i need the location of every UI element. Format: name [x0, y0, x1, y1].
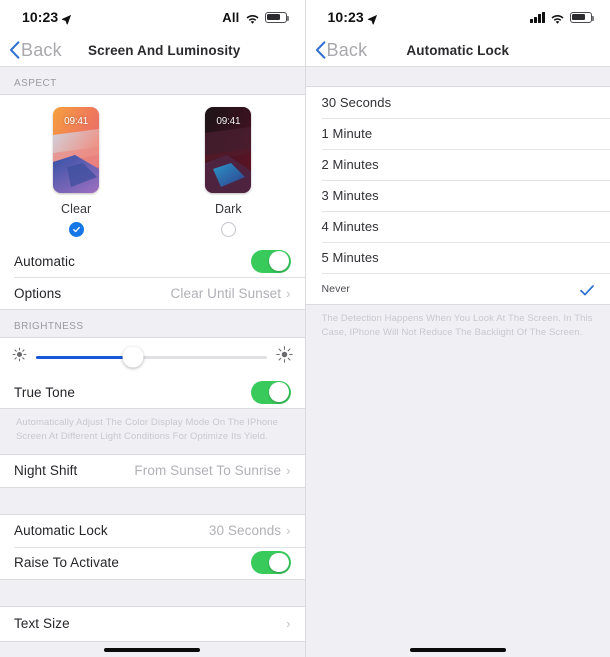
- brightness-slider-knob[interactable]: [122, 346, 144, 368]
- row-options[interactable]: Options Clear Until Sunset ›: [0, 277, 305, 309]
- row-night-shift[interactable]: Night Shift From Sunset To Sunrise ›: [0, 454, 305, 487]
- appearance-option-clear[interactable]: 09:41 Clear: [28, 107, 124, 237]
- location-arrow-icon: [61, 12, 72, 25]
- aspect-settings-group: Automatic Options Clear Until Sunset ›: [0, 245, 305, 310]
- screen-and-luminosity-screen: 10:23 All Back Screen And Luminosity ASP…: [0, 0, 306, 657]
- home-indicator: [104, 648, 201, 652]
- option-row-4-minutes[interactable]: 4 Minutes: [305, 211, 610, 242]
- radio-dark-unselected[interactable]: [220, 222, 236, 237]
- status-bar-right: All: [222, 9, 289, 25]
- options-value: Clear Until Sunset: [170, 285, 282, 301]
- automatic-lock-value: 30 Seconds: [208, 523, 282, 539]
- automatic-lock-screen: 10:23 Back Automatic Lock 30 Seconds 1 M…: [305, 0, 610, 657]
- aspect-cards: 09:41 Clear 09:41 Dark: [0, 94, 305, 245]
- chevron-right-icon: ›: [286, 285, 291, 301]
- option-label: 30 Seconds: [321, 95, 392, 110]
- appearance-label-dark: Dark: [214, 202, 242, 216]
- option-label: 3 Minutes: [321, 188, 379, 203]
- option-label: 2 Minutes: [321, 157, 379, 172]
- status-bar-left: 10:23: [328, 9, 378, 25]
- brightness-section-header: BRIGHTNESS: [0, 310, 305, 337]
- raise-to-activate-toggle[interactable]: [250, 551, 291, 575]
- back-button[interactable]: Back: [0, 40, 62, 61]
- sun-high-icon: [275, 346, 293, 368]
- chevron-right-icon: ›: [286, 463, 291, 479]
- brightness-group: True Tone: [0, 337, 305, 409]
- options-label: Options: [14, 285, 62, 301]
- night-shift-value: From Sunset To Sunrise: [134, 463, 282, 479]
- page-title: Screen And Luminosity: [88, 42, 241, 58]
- brightness-slider-row[interactable]: [0, 338, 305, 376]
- option-row-never[interactable]: Never: [305, 273, 610, 304]
- spacer: [305, 67, 610, 86]
- status-time: 10:23: [22, 9, 59, 25]
- appearance-option-dark[interactable]: 09:41 Dark: [180, 107, 276, 237]
- true-tone-toggle[interactable]: [250, 380, 291, 404]
- chevron-left-icon: [315, 41, 326, 59]
- navigation-bar: Back Screen And Luminosity: [0, 34, 305, 67]
- option-row-1-minute[interactable]: 1 Minute: [305, 118, 610, 149]
- carrier-label: All: [222, 9, 240, 25]
- chevron-right-icon: ›: [286, 523, 291, 539]
- status-bar: 10:23 All: [0, 0, 305, 34]
- text-size-label: Text Size: [14, 616, 70, 632]
- chevron-left-icon: [9, 41, 20, 59]
- row-true-tone[interactable]: True Tone: [0, 376, 305, 408]
- sun-low-icon: [12, 347, 27, 367]
- home-indicator: [409, 648, 506, 652]
- spacer: [0, 487, 305, 514]
- option-row-2-minutes[interactable]: 2 Minutes: [305, 149, 610, 180]
- battery-icon: [264, 11, 289, 23]
- status-bar: 10:23: [305, 0, 610, 34]
- location-arrow-icon: [367, 12, 378, 25]
- automatic-lock-footnote: The Detection Happens When You Look At T…: [305, 305, 610, 350]
- automatic-toggle[interactable]: [250, 249, 291, 273]
- row-raise-to-activate[interactable]: Raise To Activate: [0, 546, 305, 579]
- lock-group: Automatic Lock 30 Seconds › Raise To Act…: [0, 513, 305, 580]
- aspect-section-header: ASPECT: [0, 67, 305, 94]
- navigation-bar: Back Automatic Lock: [305, 34, 610, 67]
- back-label: Back: [21, 39, 62, 60]
- status-bar-right: [530, 11, 595, 24]
- true-tone-label: True Tone: [14, 384, 75, 400]
- automatic-lock-label: Automatic Lock: [14, 523, 108, 539]
- automatic-label: Automatic: [14, 253, 75, 269]
- option-label: 5 Minutes: [321, 250, 379, 265]
- option-label: Never: [321, 282, 351, 295]
- option-row-5-minutes[interactable]: 5 Minutes: [305, 242, 610, 273]
- text-size-group: Text Size ›: [0, 605, 305, 642]
- true-tone-footnote: Automatically Adjust The Color Display M…: [0, 409, 305, 454]
- option-label: 4 Minutes: [321, 219, 379, 234]
- radio-clear-selected[interactable]: [68, 222, 84, 237]
- status-bar-left: 10:23: [22, 9, 72, 25]
- option-label: 1 Minute: [321, 126, 373, 141]
- brightness-slider-fill: [36, 355, 133, 359]
- spacer: [0, 579, 305, 606]
- wallpaper-thumbnail-clear: 09:41: [53, 107, 100, 193]
- status-time: 10:23: [327, 9, 364, 25]
- wifi-icon: [550, 12, 565, 24]
- wallpaper-thumbnail-dark: 09:41: [205, 107, 252, 193]
- row-text-size[interactable]: Text Size ›: [0, 606, 305, 641]
- brightness-slider[interactable]: [36, 346, 267, 368]
- automatic-lock-options-group: 30 Seconds 1 Minute 2 Minutes 3 Minutes …: [305, 86, 610, 305]
- checkmark-icon: [580, 283, 594, 296]
- appearance-label-clear: Clear: [60, 202, 92, 216]
- night-shift-group: Night Shift From Sunset To Sunrise ›: [0, 453, 305, 488]
- battery-icon: [570, 11, 595, 23]
- option-row-3-minutes[interactable]: 3 Minutes: [305, 180, 610, 211]
- option-row-30-seconds[interactable]: 30 Seconds: [305, 87, 610, 118]
- thumbnail-clock: 09:41: [64, 116, 89, 127]
- wifi-icon: [245, 12, 260, 24]
- thumbnail-clock: 09:41: [216, 116, 241, 127]
- chevron-right-icon: ›: [286, 616, 291, 632]
- signal-bars-icon: [530, 11, 545, 23]
- row-automatic[interactable]: Automatic: [0, 245, 305, 277]
- raise-to-activate-label: Raise To Activate: [14, 555, 120, 571]
- back-label: Back: [326, 39, 368, 60]
- dual-screenshot: 10:23 All Back Screen And Luminosity ASP…: [0, 0, 610, 657]
- back-button[interactable]: Back: [306, 40, 368, 61]
- night-shift-label: Night Shift: [14, 463, 78, 479]
- row-automatic-lock[interactable]: Automatic Lock 30 Seconds ›: [0, 514, 305, 547]
